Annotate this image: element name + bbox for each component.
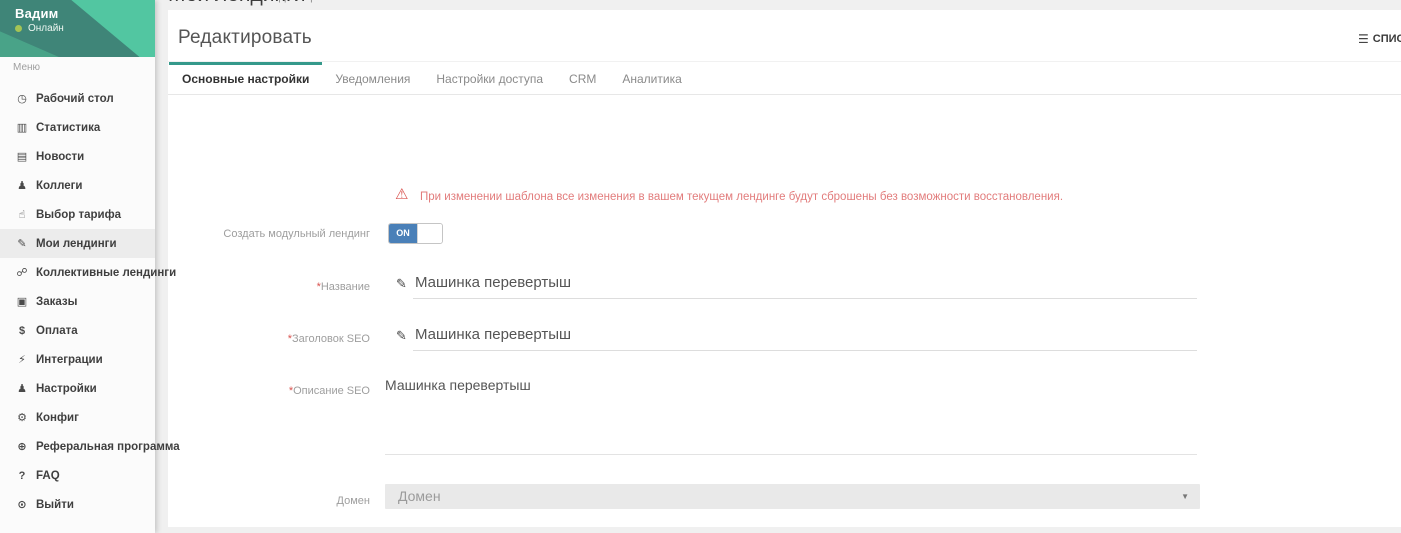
online-status-icon xyxy=(15,25,22,32)
tab-bar: Основные настройки Уведомления Настройки… xyxy=(168,62,1401,95)
breadcrumb: Редактировать xyxy=(265,0,348,2)
power-icon: ⊙ xyxy=(13,498,31,511)
module-toggle-label: Создать модульный лендинг xyxy=(168,228,370,240)
sidebar-item-label: Выйти xyxy=(36,499,74,511)
user-panel: Вадим Онлайн xyxy=(0,0,155,57)
newspaper-icon: ▤ xyxy=(13,150,31,163)
warning-message: При изменении шаблона все изменения в ва… xyxy=(420,191,1220,203)
tab-access-settings[interactable]: Настройки доступа xyxy=(423,62,556,94)
user-icon: ♟ xyxy=(13,382,31,395)
tab-notifications[interactable]: Уведомления xyxy=(322,62,423,94)
seo-description-label: *Описание SEO xyxy=(168,385,370,397)
sidebar-item-label: Мои лендинги xyxy=(36,238,117,250)
card-title: Редактировать xyxy=(178,27,312,49)
dashboard-icon: ◷ xyxy=(13,92,31,105)
sidebar-item-faq[interactable]: ? FAQ xyxy=(0,461,155,490)
edit-card: Редактировать ☰ СПИСОК Основные настройк… xyxy=(168,10,1401,527)
sidebar-item-label: Интеграции xyxy=(36,354,103,366)
menu-section-label: Меню xyxy=(13,62,40,73)
user-name: Вадим xyxy=(15,6,58,21)
sidebar-item-config[interactable]: ⚙ Конфиг xyxy=(0,403,155,432)
hand-pointer-icon: ☝ xyxy=(13,208,31,221)
list-button[interactable]: ☰ СПИСОК xyxy=(1358,32,1401,46)
sidebar-item-label: Заказы xyxy=(36,296,77,308)
sidebar-item-label: Новости xyxy=(36,151,84,163)
gear-icon: ⚙ xyxy=(13,411,31,424)
sidebar-item-label: Выбор тарифа xyxy=(36,209,121,221)
share-icon: ☍ xyxy=(13,266,31,279)
name-input[interactable] xyxy=(413,273,1197,299)
domain-select-value: Домен xyxy=(385,484,1200,509)
sidebar-item-tariff[interactable]: ☝ Выбор тарифа xyxy=(0,200,155,229)
sidebar-item-collective-landings[interactable]: ☍ Коллективные лендинги xyxy=(0,258,155,287)
domain-select[interactable]: Домен ▼ xyxy=(385,484,1200,509)
toggle-handle xyxy=(417,224,442,243)
users-icon: ♟ xyxy=(13,179,31,192)
name-label: *Название xyxy=(168,281,370,293)
edit-icon: ✎ xyxy=(13,237,31,250)
sidebar-item-logout[interactable]: ⊙ Выйти xyxy=(0,490,155,519)
sidebar-item-label: Настройки xyxy=(36,383,97,395)
domain-label: Домен xyxy=(168,495,370,507)
plug-icon: ⚡ xyxy=(13,353,31,366)
sidebar-item-label: Коллеги xyxy=(36,180,82,192)
module-landing-toggle[interactable]: ON xyxy=(388,223,443,244)
cart-icon: ▣ xyxy=(13,295,31,308)
chevron-down-icon: ▼ xyxy=(1181,492,1189,501)
sidebar-item-label: Конфиг xyxy=(36,412,79,424)
sidebar-item-label: Оплата xyxy=(36,325,78,337)
list-icon: ☰ xyxy=(1358,32,1369,46)
sidebar-item-colleagues[interactable]: ♟ Коллеги xyxy=(0,171,155,200)
seo-title-label: *Заголовок SEO xyxy=(168,333,370,345)
sidebar-item-news[interactable]: ▤ Новости xyxy=(0,142,155,171)
sidebar-item-orders[interactable]: ▣ Заказы xyxy=(0,287,155,316)
pencil-icon: ✎ xyxy=(396,328,407,344)
toggle-on-label: ON xyxy=(389,224,417,243)
pencil-icon: ✎ xyxy=(396,276,407,292)
sidebar-item-my-landings[interactable]: ✎ Мои лендинги xyxy=(0,229,155,258)
warning-icon: ⚠ xyxy=(395,185,408,203)
user-status-label: Онлайн xyxy=(28,23,64,34)
tab-crm[interactable]: CRM xyxy=(556,62,609,94)
sidebar-item-label: Коллективные лендинги xyxy=(36,267,176,279)
card-header: Редактировать ☰ СПИСОК xyxy=(168,10,1401,62)
sidebar-item-statistics[interactable]: ▥ Статистика xyxy=(0,113,155,142)
sidebar-item-referral[interactable]: ⊕ Реферальная программа xyxy=(0,432,155,461)
question-icon: ? xyxy=(13,470,31,482)
sidebar-item-payment[interactable]: $ Оплата xyxy=(0,316,155,345)
list-button-label: СПИСОК xyxy=(1373,33,1401,45)
user-status: Онлайн xyxy=(15,23,64,34)
tab-main-settings[interactable]: Основные настройки xyxy=(169,62,322,94)
sidebar-item-label: Рабочий стол xyxy=(36,93,114,105)
seo-description-textarea[interactable]: Машинка перевертыш xyxy=(385,377,1197,455)
sidebar-item-label: FAQ xyxy=(36,470,60,482)
bar-chart-icon: ▥ xyxy=(13,121,31,134)
main-content: Мои лендинги Редактировать Редактировать… xyxy=(155,0,1401,533)
sidebar-menu: ◷ Рабочий стол ▥ Статистика ▤ Новости ♟ … xyxy=(0,84,155,519)
sidebar: Вадим Онлайн Меню ◷ Рабочий стол ▥ Стати… xyxy=(0,0,155,533)
tab-analytics[interactable]: Аналитика xyxy=(609,62,694,94)
sidebar-item-label: Статистика xyxy=(36,122,100,134)
sidebar-item-settings[interactable]: ♟ Настройки xyxy=(0,374,155,403)
seo-title-input[interactable] xyxy=(413,325,1197,351)
sidebar-item-integrations[interactable]: ⚡ Интеграции xyxy=(0,345,155,374)
user-plus-icon: ⊕ xyxy=(13,440,31,453)
sidebar-item-dashboard[interactable]: ◷ Рабочий стол xyxy=(0,84,155,113)
dollar-icon: $ xyxy=(13,325,31,337)
sidebar-item-label: Реферальная программа xyxy=(36,441,180,453)
